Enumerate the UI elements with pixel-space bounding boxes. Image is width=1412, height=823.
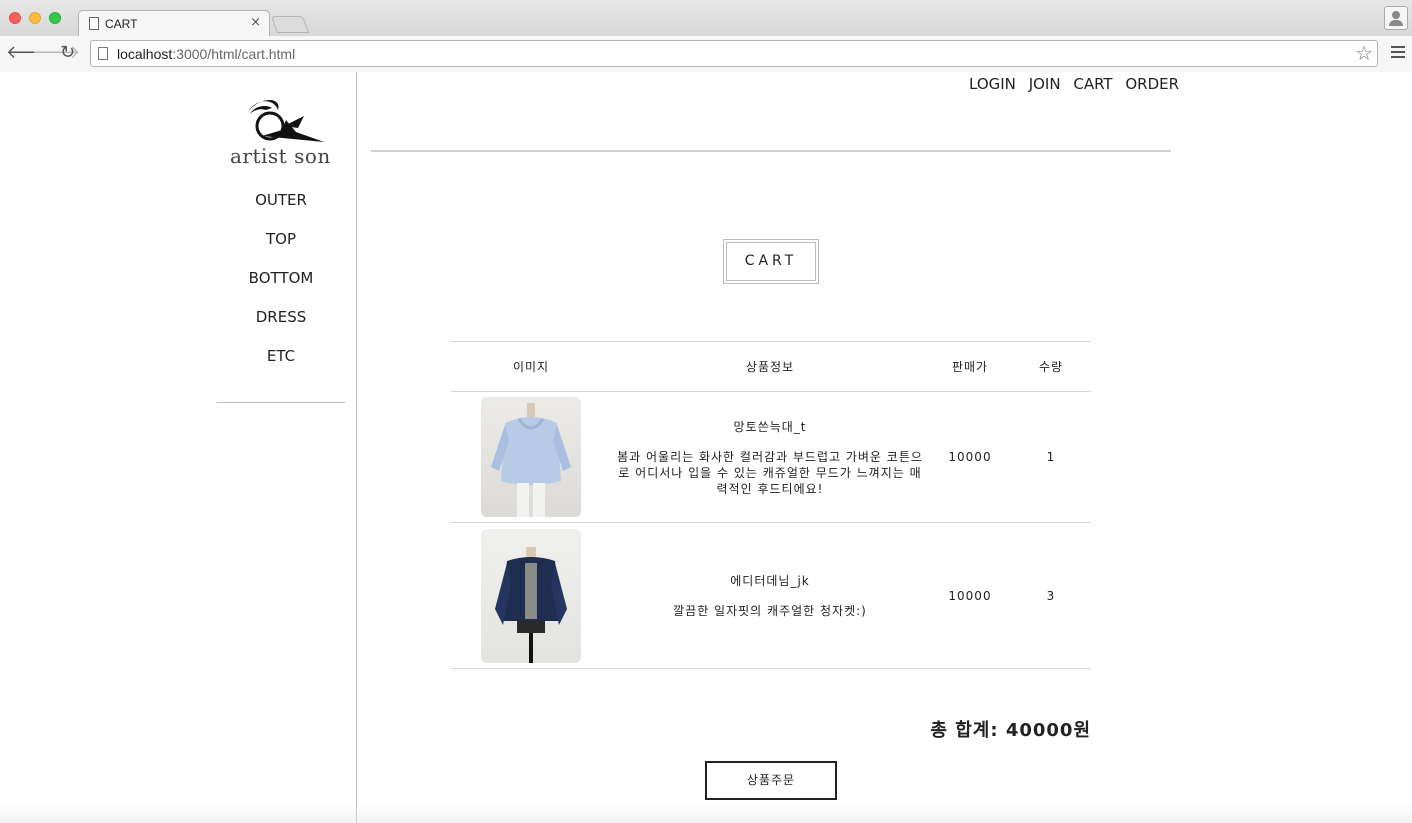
product-image-cell xyxy=(451,522,611,669)
product-qty: 1 xyxy=(1011,391,1091,523)
page-title-box: CART xyxy=(723,239,819,284)
sidebar-divider xyxy=(217,402,345,403)
top-navigation: LOGIN JOIN CART ORDER xyxy=(969,75,1179,93)
table-row: 에디터데님_jk 깔끔한 일자핏의 캐주얼한 청자켓:) 10000 3 xyxy=(451,522,1091,669)
page: artist son OUTER TOP BOTTOM DRESS ETC LO… xyxy=(0,72,1412,823)
minimize-window-button[interactable] xyxy=(29,12,41,24)
address-bar[interactable]: localhost:3000/html/cart.html ☆ xyxy=(90,40,1378,67)
logo-text: artist son xyxy=(230,144,331,168)
category-dress[interactable]: DRESS xyxy=(217,307,345,346)
header-image: 이미지 xyxy=(451,341,611,392)
url-path: :3000/html/cart.html xyxy=(172,46,296,62)
page-icon xyxy=(98,47,108,60)
product-info-cell: 망토쓴늑대_t 봄과 어울리는 화사한 컬러감과 부드럽고 가벼운 코튼으로 어… xyxy=(611,391,929,523)
product-info-cell: 에디터데님_jk 깔끔한 일자핏의 캐주얼한 청자켓:) xyxy=(611,522,929,669)
category-etc[interactable]: ETC xyxy=(217,346,345,385)
product-description: 봄과 어울리는 화사한 컬러감과 부드럽고 가벼운 코튼으로 어디서나 입을 수… xyxy=(617,449,923,496)
cart-total: 총 합계: 40000원 xyxy=(930,720,1091,741)
header-price: 판매가 xyxy=(929,341,1011,392)
browser-chrome: CART × 🡐 🡒 ↻ localhost:3000/html/cart.ht… xyxy=(0,0,1412,72)
bird-logo-icon xyxy=(248,100,324,142)
product-price: 10000 xyxy=(929,391,1011,523)
order-link[interactable]: ORDER xyxy=(1125,75,1179,93)
hoodie-image-icon xyxy=(491,403,571,517)
close-window-button[interactable] xyxy=(9,12,21,24)
category-top[interactable]: TOP xyxy=(217,229,345,268)
browser-toolbar: 🡐 🡒 ↻ localhost:3000/html/cart.html ☆ xyxy=(0,36,1412,72)
product-name[interactable]: 망토쓴늑대_t xyxy=(611,418,929,435)
page-title: CART xyxy=(726,242,816,281)
bookmark-star-icon[interactable]: ☆ xyxy=(1355,41,1373,65)
order-button[interactable]: 상품주문 xyxy=(705,761,837,800)
logo[interactable]: artist son xyxy=(226,96,332,168)
product-image[interactable] xyxy=(481,528,581,663)
product-image-cell xyxy=(451,391,611,523)
product-qty: 3 xyxy=(1011,522,1091,669)
category-bottom[interactable]: BOTTOM xyxy=(217,268,345,307)
url-text[interactable]: localhost:3000/html/cart.html xyxy=(117,46,295,62)
browser-tab[interactable]: CART × xyxy=(78,10,270,37)
person-icon xyxy=(1392,11,1400,19)
sidebar-divider-vertical xyxy=(356,72,357,823)
category-outer[interactable]: OUTER xyxy=(217,190,345,229)
product-name[interactable]: 에디터데님_jk xyxy=(611,572,929,589)
table-header-row: 이미지 상품정보 판매가 수량 xyxy=(451,341,1091,392)
header-divider xyxy=(371,150,1171,152)
denim-jacket-image-icon xyxy=(495,546,567,663)
bottom-shade xyxy=(0,803,1412,823)
header-info: 상품정보 xyxy=(611,341,929,392)
cart-link[interactable]: CART xyxy=(1073,75,1112,93)
product-price: 10000 xyxy=(929,522,1011,669)
reload-icon[interactable]: ↻ xyxy=(60,42,75,63)
profile-button[interactable] xyxy=(1384,6,1408,30)
new-tab-button[interactable] xyxy=(270,16,310,33)
header-qty: 수량 xyxy=(1011,341,1091,392)
table-row: 망토쓴늑대_t 봄과 어울리는 화사한 컬러감과 부드럽고 가벼운 코튼으로 어… xyxy=(451,391,1091,523)
product-image[interactable] xyxy=(481,397,581,517)
tab-bar: CART × xyxy=(0,0,1412,37)
tab-close-icon[interactable]: × xyxy=(250,15,261,30)
tab-title: CART xyxy=(105,17,138,31)
join-link[interactable]: JOIN xyxy=(1029,75,1061,93)
login-link[interactable]: LOGIN xyxy=(969,75,1016,93)
cart-table: 이미지 상품정보 판매가 수량 망토쓴늑대_t 봄과 어울리는 화사한 컬러감과… xyxy=(451,341,1091,669)
document-icon xyxy=(89,17,99,30)
product-description: 깔끔한 일자핏의 캐주얼한 청자켓:) xyxy=(673,604,867,618)
url-host: localhost xyxy=(117,46,173,62)
browser-menu-icon[interactable] xyxy=(1391,46,1405,61)
maximize-window-button[interactable] xyxy=(49,12,61,24)
person-body-icon xyxy=(1389,20,1403,26)
category-menu: OUTER TOP BOTTOM DRESS ETC xyxy=(217,190,345,385)
